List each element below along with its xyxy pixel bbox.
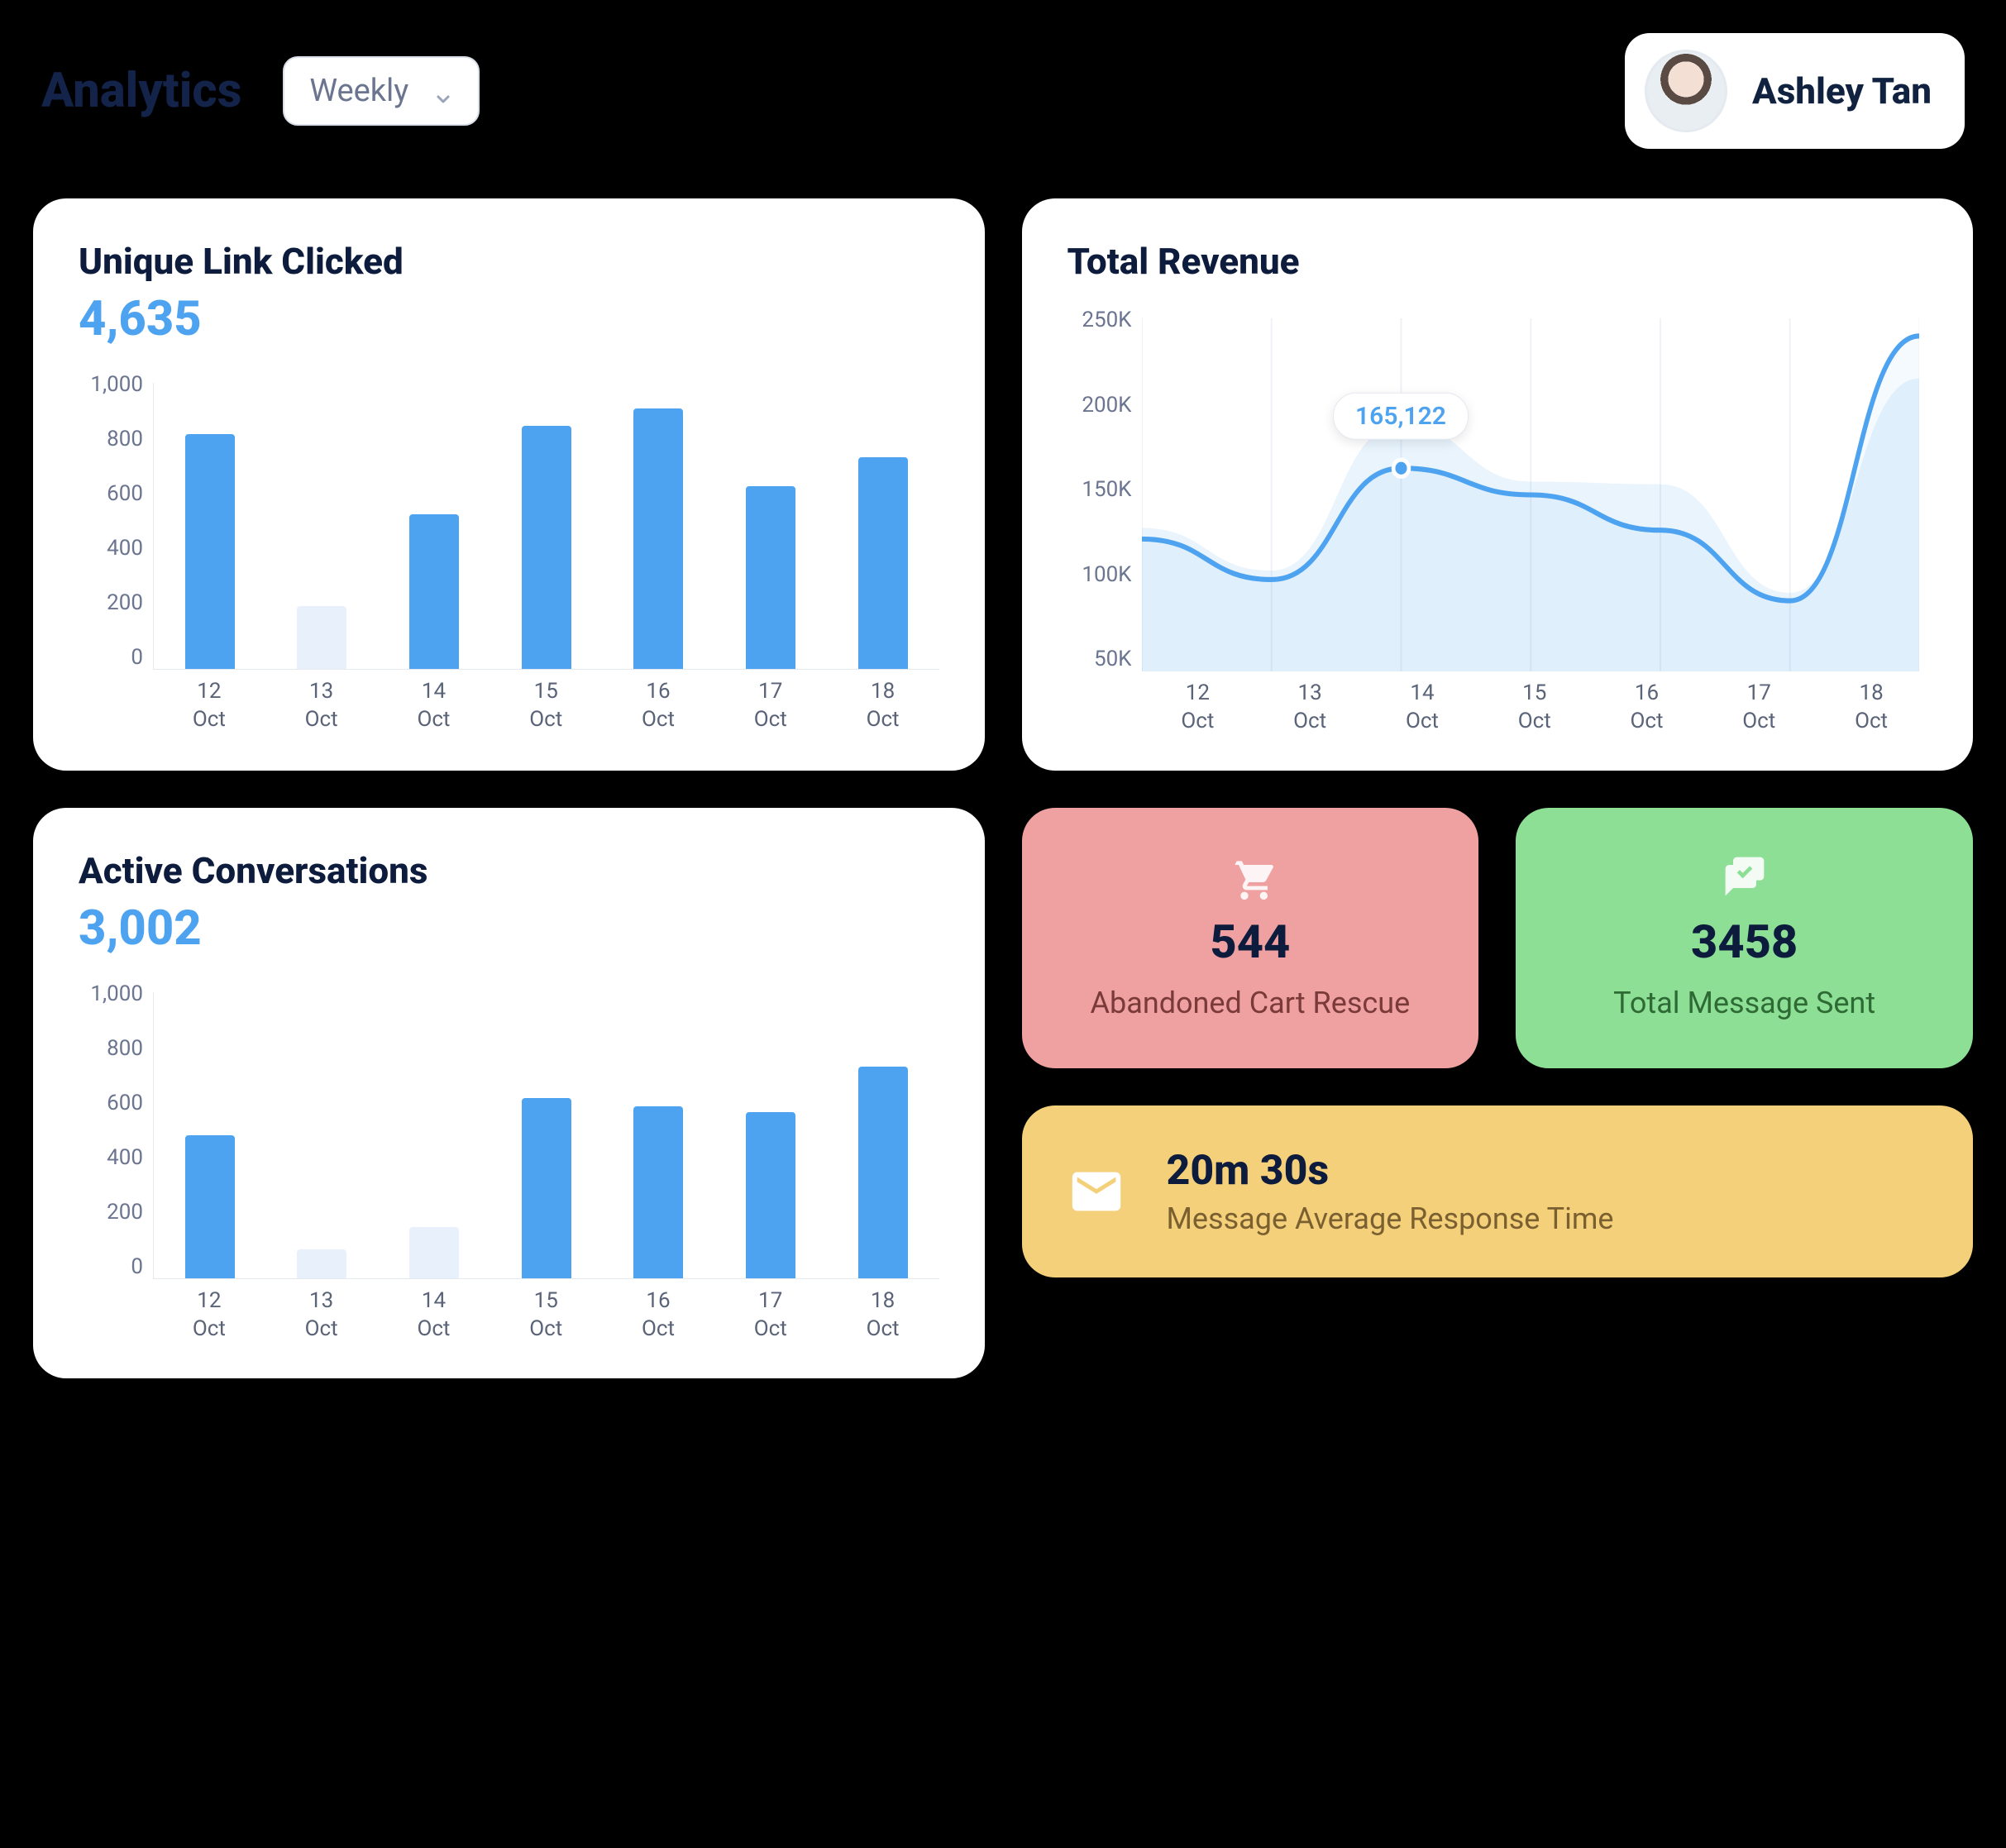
- stat-card-total-messages: 3458 Total Message Sent: [1516, 808, 1973, 1068]
- dashboard-grid: Unique Link Clicked 4,635 1,000 800 600 400…: [33, 198, 1973, 1378]
- x-tick: 15 Oct: [529, 1287, 562, 1345]
- bar[interactable]: [858, 457, 908, 669]
- bar[interactable]: [409, 514, 459, 669]
- header-left: Analytics Weekly: [41, 56, 480, 126]
- stat-label: Abandoned Cart Rescue: [1091, 984, 1411, 1023]
- y-axis: 250K 200K 150K 100K 50K: [1067, 308, 1142, 671]
- stats-row: 544 Abandoned Cart Rescue 3458 Total Mes…: [1022, 808, 1974, 1068]
- x-tick: 17 Oct: [1742, 680, 1775, 738]
- y-tick: 1,000: [79, 981, 153, 1006]
- x-tick: 14 Oct: [1406, 680, 1439, 738]
- period-select[interactable]: Weekly: [283, 56, 480, 126]
- y-tick: 600: [79, 1091, 153, 1115]
- x-tick: 12 Oct: [193, 678, 226, 736]
- bar-chart-unique-link: 1,000 800 600 400 200 0 12 Oct 13 Oct 14 Oct 15 …: [79, 372, 939, 736]
- data-point-tooltip: 165,122: [1333, 393, 1469, 440]
- user-name: Ashley Tan: [1752, 69, 1932, 112]
- x-tick: 12 Oct: [1181, 680, 1214, 738]
- page-title: Analytics: [41, 63, 241, 119]
- x-tick: 18 Oct: [1855, 680, 1888, 738]
- plot-area: [153, 383, 939, 670]
- x-tick: 17 Oct: [754, 1287, 787, 1345]
- bar[interactable]: [409, 1227, 459, 1278]
- bar[interactable]: [185, 1135, 235, 1278]
- x-tick: 16 Oct: [1631, 680, 1664, 738]
- avatar: [1645, 50, 1727, 132]
- stat-value: 20m 30s: [1167, 1147, 1614, 1195]
- card-total-revenue: Total Revenue 250K 200K 150K 100K 50K 165,12…: [1022, 198, 1974, 771]
- y-axis: 1,000 800 600 400 200 0: [79, 372, 153, 670]
- mail-icon: [1067, 1163, 1125, 1220]
- card-title: Unique Link Clicked: [79, 240, 939, 283]
- card-metric: 4,635: [79, 291, 939, 347]
- card-title: Active Conversations: [79, 849, 939, 892]
- x-tick: 13 Oct: [305, 1287, 338, 1345]
- bar[interactable]: [185, 434, 235, 669]
- x-tick: 14 Oct: [417, 1287, 450, 1345]
- line-svg: [1142, 318, 1920, 671]
- x-tick: 15 Oct: [529, 678, 562, 736]
- cart-icon: [1227, 853, 1273, 900]
- x-tick: 12 Oct: [193, 1287, 226, 1345]
- y-tick: 0: [79, 645, 153, 670]
- bar[interactable]: [522, 1098, 571, 1278]
- bar-chart-active-conv: 1,000 800 600 400 200 0 12 Oct 13 Oct 14 Oct 15 …: [79, 981, 939, 1345]
- y-tick: 150K: [1067, 477, 1142, 502]
- stat-label: Total Message Sent: [1613, 984, 1875, 1023]
- user-chip[interactable]: Ashley Tan: [1625, 33, 1965, 149]
- response-content: 20m 30s Message Average Response Time: [1167, 1147, 1614, 1236]
- x-axis: 12 Oct 13 Oct 14 Oct 15 Oct 16 Oct 17 Oct 18 O…: [153, 678, 939, 736]
- y-tick: 50K: [1067, 647, 1142, 671]
- x-tick: 15 Oct: [1518, 680, 1551, 738]
- y-tick: 250K: [1067, 308, 1142, 332]
- stat-label: Message Average Response Time: [1167, 1201, 1614, 1236]
- y-tick: 100K: [1067, 562, 1142, 587]
- bar[interactable]: [746, 486, 795, 669]
- message-sent-icon: [1722, 853, 1768, 900]
- y-tick: 400: [79, 536, 153, 561]
- y-tick: 800: [79, 427, 153, 451]
- bar[interactable]: [633, 1106, 683, 1278]
- x-axis: 12 Oct 13 Oct 14 Oct 15 Oct 16 Oct 17 Oct 18 O…: [153, 1287, 939, 1345]
- page-header: Analytics Weekly Ashley Tan: [33, 33, 1973, 149]
- right-cluster: 544 Abandoned Cart Rescue 3458 Total Mes…: [1022, 808, 1974, 1378]
- y-tick: 200: [79, 590, 153, 615]
- stat-value: 544: [1210, 914, 1290, 969]
- stat-card-abandoned-cart: 544 Abandoned Cart Rescue: [1022, 808, 1479, 1068]
- period-select-value: Weekly: [309, 73, 408, 109]
- plot-area: 165,122: [1142, 318, 1920, 671]
- plot-area: [153, 992, 939, 1279]
- card-unique-link-clicked: Unique Link Clicked 4,635 1,000 800 600 400…: [33, 198, 985, 771]
- card-title: Total Revenue: [1067, 240, 1928, 283]
- bar[interactable]: [633, 408, 683, 669]
- y-tick: 800: [79, 1036, 153, 1061]
- line-chart-revenue: 250K 200K 150K 100K 50K 165,122 12 Oct 13 Oct…: [1067, 308, 1928, 738]
- x-tick: 13 Oct: [1293, 680, 1326, 738]
- x-tick: 18 Oct: [867, 678, 900, 736]
- y-tick: 1,000: [79, 372, 153, 397]
- y-tick: 400: [79, 1145, 153, 1170]
- stat-value: 3458: [1691, 914, 1798, 969]
- card-metric: 3,002: [79, 900, 939, 957]
- y-tick: 200K: [1067, 393, 1142, 418]
- bar[interactable]: [522, 426, 571, 669]
- stat-card-response-time: 20m 30s Message Average Response Time: [1022, 1105, 1974, 1277]
- x-axis: 12 Oct 13 Oct 14 Oct 15 Oct 16 Oct 17 Oct 18 O…: [1142, 680, 1928, 738]
- chevron-down-icon: [433, 81, 453, 101]
- bar[interactable]: [746, 1112, 795, 1278]
- x-tick: 14 Oct: [417, 678, 450, 736]
- x-tick: 18 Oct: [867, 1287, 900, 1345]
- bar[interactable]: [858, 1067, 908, 1278]
- x-tick: 16 Oct: [642, 1287, 675, 1345]
- bar[interactable]: [297, 606, 346, 669]
- y-axis: 1,000 800 600 400 200 0: [79, 981, 153, 1279]
- x-tick: 16 Oct: [642, 678, 675, 736]
- y-tick: 200: [79, 1200, 153, 1225]
- x-tick: 17 Oct: [754, 678, 787, 736]
- y-tick: 600: [79, 481, 153, 506]
- bar[interactable]: [297, 1249, 346, 1278]
- y-tick: 0: [79, 1254, 153, 1279]
- x-tick: 13 Oct: [305, 678, 338, 736]
- card-active-conversations: Active Conversations 3,002 1,000 800 600 40…: [33, 808, 985, 1378]
